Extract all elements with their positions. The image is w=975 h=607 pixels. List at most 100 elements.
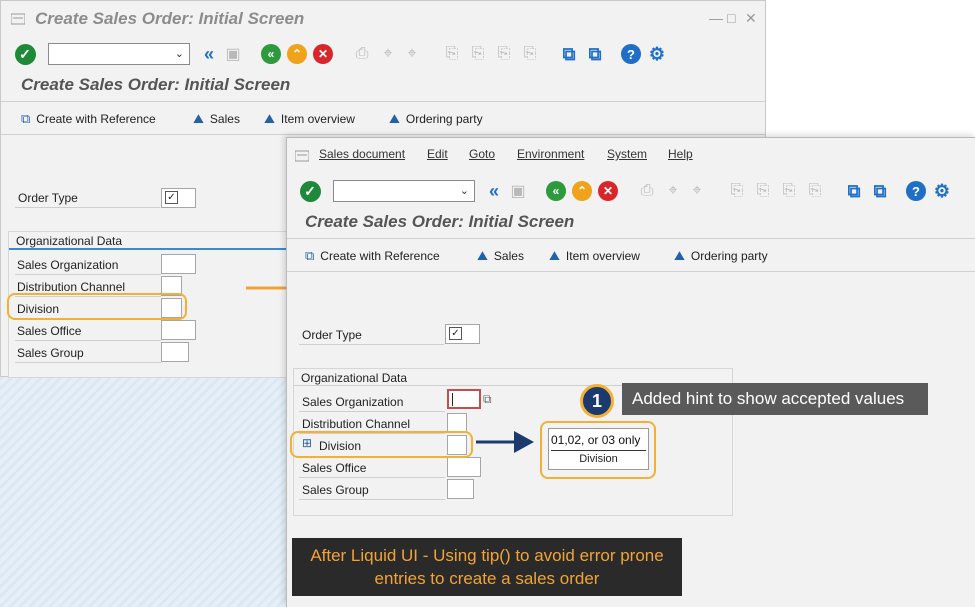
search-help-icon[interactable]: ⧉ (483, 392, 492, 407)
command-field[interactable]: ⌄ (333, 180, 475, 202)
menu-environment[interactable]: Environment (517, 147, 584, 161)
shortcut-icon[interactable]: ⧉ (589, 44, 602, 65)
chevron-down-icon[interactable]: ⌄ (175, 47, 184, 60)
sales-button[interactable]: ⛰ Sales (477, 248, 524, 264)
label-underline (299, 477, 445, 478)
mountain-icon: ⛰ (674, 248, 685, 263)
divider (287, 238, 975, 239)
label-underline (15, 340, 161, 341)
step-badge: 1 (580, 384, 614, 418)
item-overview-button[interactable]: ⛰ Item overview (264, 111, 355, 127)
document-copy-icon: ⧉ (21, 111, 31, 126)
sales-office-label: Sales Office (302, 461, 367, 475)
sales-group-field[interactable] (447, 479, 474, 499)
close-icon[interactable]: ✕ (745, 11, 757, 25)
menu-edit[interactable]: Edit (427, 147, 448, 161)
menu-icon[interactable] (11, 13, 25, 25)
back-double-icon[interactable]: « (204, 44, 214, 65)
exit-icon[interactable]: ⌃ (572, 181, 592, 201)
divider (1, 101, 765, 102)
org-data-title: Organizational Data (16, 234, 123, 248)
enter-check-icon[interactable]: ✓ (299, 180, 321, 202)
create-with-reference-button[interactable]: ⧉ Create with Reference (305, 248, 440, 264)
label-underline (15, 362, 161, 363)
maximize-icon[interactable]: □ (727, 11, 735, 25)
caption-banner: After Liquid UI - Using tip() to avoid e… (292, 538, 682, 596)
sales-office-label: Sales Office (17, 324, 82, 338)
find-icon[interactable]: ⌖ (668, 182, 677, 200)
order-type-field[interactable]: ✓ (445, 324, 480, 344)
dist-channel-field[interactable] (447, 413, 467, 433)
ordering-party-button[interactable]: ⛰ Ordering party (674, 248, 768, 264)
tip-text: 01,02, or 03 only (551, 433, 641, 447)
mountain-icon: ⛰ (193, 111, 204, 126)
division-highlight (290, 431, 473, 458)
sales-office-field[interactable] (447, 457, 481, 477)
arrow-right-icon (476, 431, 534, 453)
sales-org-field[interactable] (161, 254, 196, 274)
chevron-down-icon[interactable]: ⌄ (460, 184, 469, 197)
sales-office-field[interactable] (161, 320, 196, 340)
menu-sales-document[interactable]: Sales document (319, 147, 405, 161)
org-data-title: Organizational Data (301, 371, 408, 385)
label-underline (15, 207, 160, 208)
gear-icon[interactable]: ⚙ (934, 181, 950, 202)
order-type-field[interactable]: ✓ (161, 188, 196, 208)
find-icon[interactable]: ⌖ (383, 45, 392, 63)
shortcut-icon[interactable]: ⧉ (874, 181, 887, 202)
checkbox-icon[interactable]: ✓ (165, 191, 178, 204)
sales-button[interactable]: ⛰ Sales (193, 111, 240, 127)
enter-check-icon[interactable]: ✓ (14, 43, 36, 65)
save-icon[interactable]: ▣ (510, 181, 525, 201)
cancel-icon[interactable]: ✕ (313, 44, 333, 64)
sales-org-field[interactable] (447, 389, 481, 409)
front-screen-title: Create Sales Order: Initial Screen (305, 212, 575, 231)
back-icon[interactable]: « (546, 181, 566, 201)
sales-group-label: Sales Group (17, 346, 84, 360)
ordering-party-button[interactable]: ⛰ Ordering party (389, 111, 483, 127)
exit-icon[interactable]: ⌃ (287, 44, 307, 64)
checkbox-icon[interactable]: ✓ (449, 327, 462, 340)
first-page-icon[interactable]: ⎘ (731, 182, 744, 200)
sales-group-field[interactable] (161, 342, 189, 362)
order-type-label: Order Type (18, 191, 78, 205)
menu-icon[interactable] (295, 150, 309, 162)
back-icon[interactable]: « (261, 44, 281, 64)
new-session-icon[interactable]: ⧉ (848, 181, 861, 202)
help-icon[interactable]: ? (906, 181, 926, 201)
menu-goto[interactable]: Goto (469, 147, 495, 161)
new-session-icon[interactable]: ⧉ (563, 44, 576, 65)
sales-org-label: Sales Organization (17, 258, 119, 272)
first-page-icon[interactable]: ⎘ (446, 45, 459, 63)
gear-icon[interactable]: ⚙ (649, 44, 665, 65)
help-icon[interactable]: ? (621, 44, 641, 64)
tip-divider (551, 450, 646, 451)
minimize-icon[interactable]: — (709, 11, 723, 25)
mountain-icon: ⛰ (477, 248, 488, 263)
division-tip: 01,02, or 03 only Division (548, 428, 649, 470)
dist-channel-label: Distribution Channel (302, 417, 411, 431)
command-field[interactable]: ⌄ (48, 43, 190, 65)
mountain-icon: ⛰ (264, 111, 275, 126)
next-page-icon[interactable]: ⎘ (783, 182, 796, 200)
last-page-icon[interactable]: ⎘ (809, 182, 822, 200)
menu-help[interactable]: Help (668, 147, 693, 161)
previous-page-icon[interactable]: ⎘ (757, 182, 770, 200)
print-icon[interactable]: ⎙ (356, 45, 369, 63)
front-menubar: Sales document Edit Goto Environment Sys… (287, 138, 975, 174)
cancel-icon[interactable]: ✕ (598, 181, 618, 201)
division-highlight (7, 293, 187, 320)
menu-system[interactable]: System (607, 147, 647, 161)
create-with-reference-button[interactable]: ⧉ Create with Reference (21, 111, 156, 127)
find-next-icon[interactable]: ⌖ (692, 182, 701, 200)
next-page-icon[interactable]: ⎘ (498, 45, 511, 63)
previous-page-icon[interactable]: ⎘ (472, 45, 485, 63)
last-page-icon[interactable]: ⎘ (524, 45, 537, 63)
text-cursor (452, 393, 453, 406)
find-next-icon[interactable]: ⌖ (407, 45, 416, 63)
item-overview-button[interactable]: ⛰ Item overview (549, 248, 640, 264)
save-icon[interactable]: ▣ (225, 44, 240, 64)
back-double-icon[interactable]: « (489, 181, 499, 202)
print-icon[interactable]: ⎙ (641, 182, 654, 200)
sales-group-label: Sales Group (302, 483, 369, 497)
